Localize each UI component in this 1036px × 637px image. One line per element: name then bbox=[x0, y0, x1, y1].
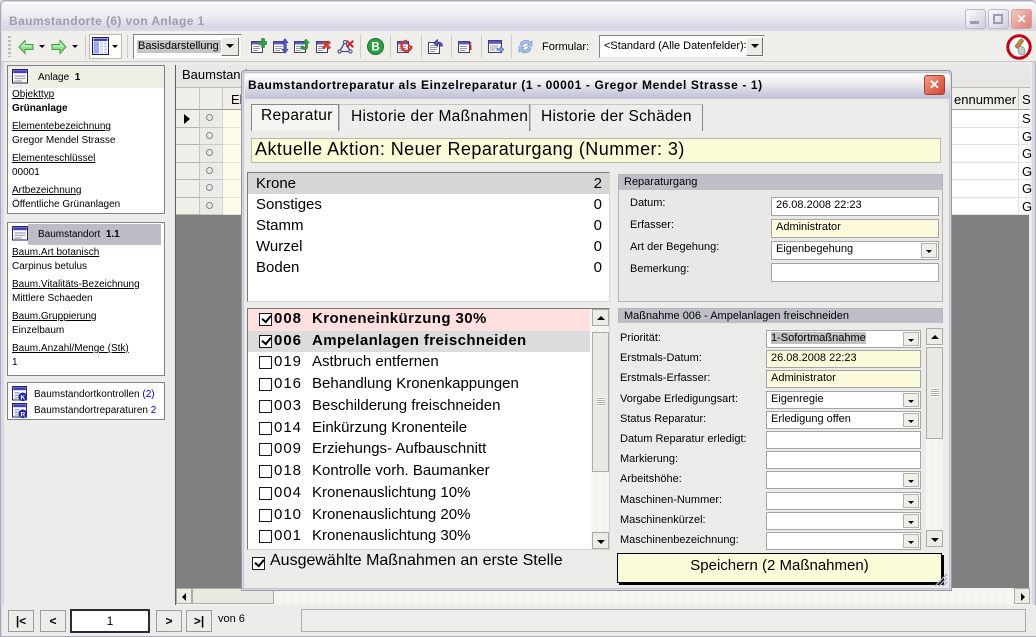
svg-text:K: K bbox=[20, 395, 25, 402]
svg-text:R: R bbox=[20, 412, 25, 419]
svg-text:B: B bbox=[371, 42, 379, 54]
svg-text:i: i bbox=[469, 39, 473, 53]
